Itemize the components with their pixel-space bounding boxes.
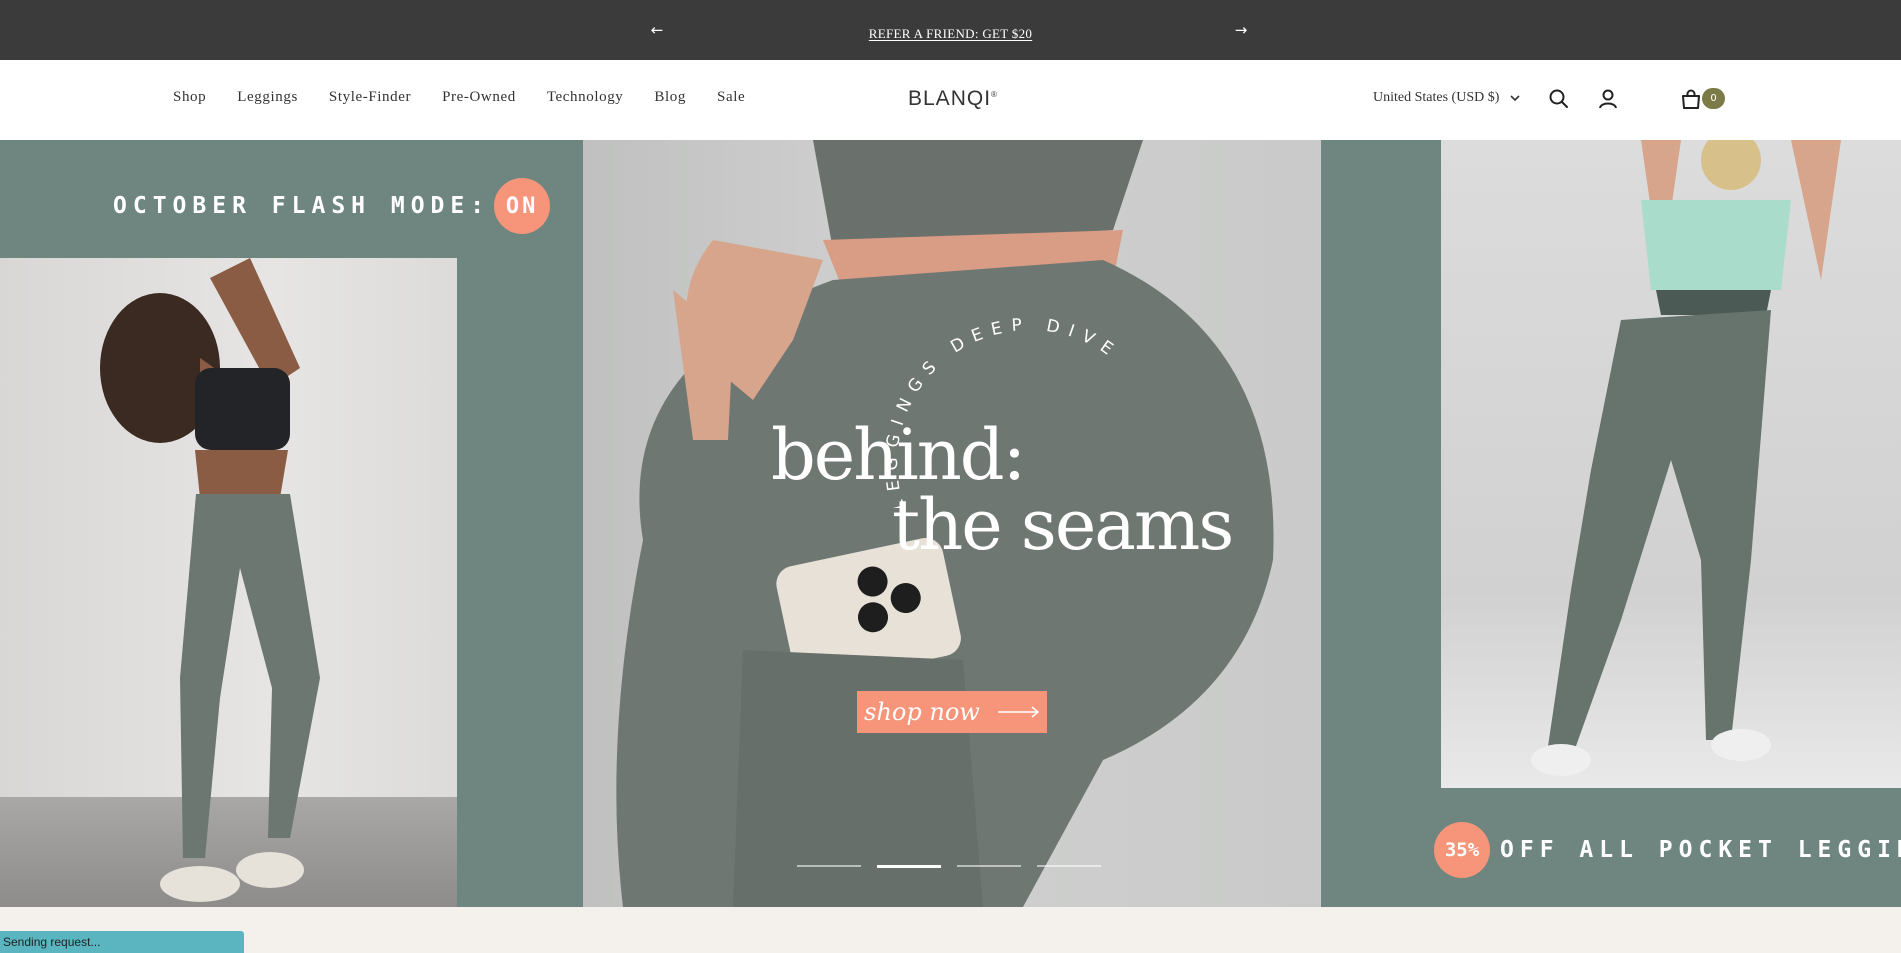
headline-line-2: the seams <box>892 484 1234 566</box>
slider-dot-1[interactable] <box>797 865 861 867</box>
nav-item-shop[interactable]: Shop <box>173 89 206 106</box>
account-icon[interactable] <box>1597 88 1619 110</box>
model-figure-right <box>1531 140 1841 776</box>
nav-item-leggings[interactable]: Leggings <box>237 89 298 106</box>
browser-status-bar: Sending request... <box>0 931 244 953</box>
shop-now-button[interactable]: shop now <box>857 691 1047 733</box>
flash-mode-text: OCTOBER FLASH MODE: <box>113 193 491 219</box>
arrow-right-icon <box>997 706 1039 718</box>
country-selector[interactable]: United States (USD $) <box>1373 90 1521 106</box>
hero-headline: LEGGINGS DEEP DIVE behind: the seams <box>583 140 1321 907</box>
shop-now-label: shop now <box>864 698 980 726</box>
search-icon[interactable] <box>1548 88 1570 110</box>
flash-mode-state-badge: ON <box>494 178 551 234</box>
hero-banner: OCTOBER FLASH MODE: ON LEGGINGS DEEP DIV… <box>0 140 1901 907</box>
nav-item-blog[interactable]: Blog <box>654 89 686 106</box>
cart-count-badge: 0 <box>1702 88 1725 109</box>
model-figure-left <box>100 258 320 902</box>
announcement-next-button[interactable]: → <box>1229 18 1253 42</box>
headline-line-1: behind: <box>771 414 1026 496</box>
announcement-message[interactable]: REFER A FRIEND: GET $20 <box>0 26 1901 42</box>
promo-label: 35% OFF ALL POCKET LEGGINGS <box>1434 822 1901 878</box>
country-label: United States (USD $) <box>1373 90 1500 105</box>
arrow-right-icon: → <box>1234 21 1248 39</box>
promo-text: OFF ALL POCKET LEGGINGS <box>1500 837 1901 863</box>
site-logo[interactable]: BLANQI® <box>908 87 998 111</box>
model-photo-right <box>1441 140 1901 788</box>
announcement-bar: ← REFER A FRIEND: GET $20 → <box>0 0 1901 60</box>
site-header: Shop Leggings Style-Finder Pre-Owned Tec… <box>0 60 1901 140</box>
nav-item-sale[interactable]: Sale <box>717 89 745 106</box>
nav-item-pre-owned[interactable]: Pre-Owned <box>442 89 516 106</box>
nav-item-technology[interactable]: Technology <box>547 89 624 106</box>
logo-text: BLANQI <box>908 87 992 110</box>
logo-registered-mark: ® <box>991 90 998 99</box>
flash-mode-label: OCTOBER FLASH MODE: ON <box>113 178 551 234</box>
promo-percent-badge: 35% <box>1434 822 1490 878</box>
main-nav: Shop Leggings Style-Finder Pre-Owned Tec… <box>173 89 776 106</box>
cart-icon[interactable] <box>1680 88 1702 110</box>
slider-dot-4[interactable] <box>1037 865 1101 867</box>
slider-pagination <box>797 865 1101 868</box>
model-photo-left <box>0 258 457 907</box>
nav-item-style-finder[interactable]: Style-Finder <box>329 89 411 106</box>
slider-dot-3[interactable] <box>957 865 1021 867</box>
chevron-down-icon <box>1510 95 1520 102</box>
slider-dot-2[interactable] <box>877 865 941 868</box>
